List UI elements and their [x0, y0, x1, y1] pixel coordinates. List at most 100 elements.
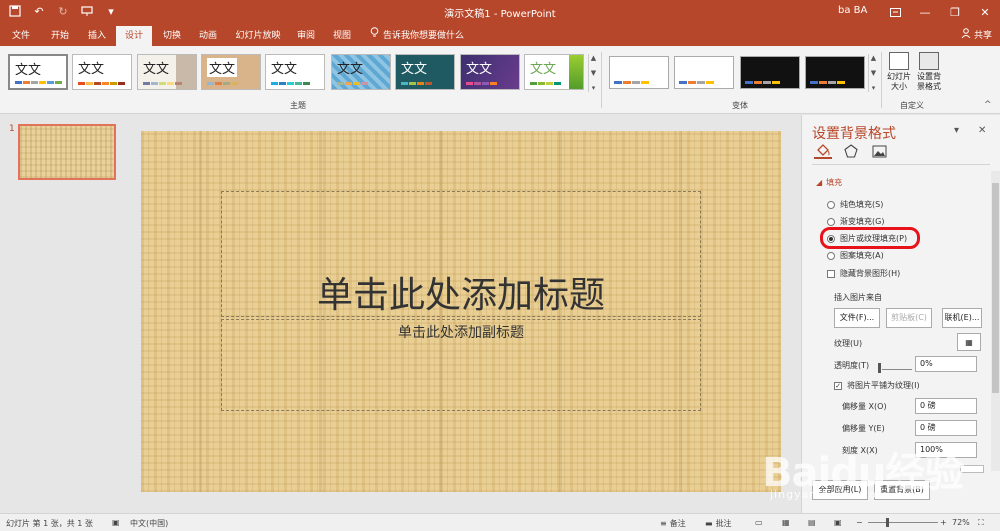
slide-canvas[interactable]: 单击此处添加标题 单击此处添加副标题: [141, 131, 781, 492]
tab-slideshow[interactable]: 幻灯片放映: [230, 26, 286, 46]
collapse-ribbon-icon[interactable]: ^: [984, 100, 992, 110]
slide-title[interactable]: 单击此处添加标题: [141, 266, 781, 318]
slideshow-view-icon[interactable]: ▣: [834, 518, 842, 527]
tab-view[interactable]: 视图: [326, 26, 358, 46]
variant-1[interactable]: [609, 56, 669, 89]
offset-x-input[interactable]: 0 磅: [915, 398, 977, 414]
language-indicator[interactable]: 中文(中国): [130, 518, 168, 529]
zoom-slider-thumb[interactable]: [886, 518, 889, 527]
comments-button[interactable]: ▬ 批注: [705, 518, 732, 529]
close-pane-icon[interactable]: ✕: [978, 125, 986, 136]
minimize-icon[interactable]: —: [910, 0, 940, 24]
tab-file[interactable]: 文件: [4, 26, 38, 46]
tab-home[interactable]: 开始: [43, 26, 77, 46]
more-icon[interactable]: ▾: [592, 84, 596, 92]
fit-slide-icon[interactable]: ⛶: [978, 518, 984, 528]
notes-button[interactable]: ≡ 备注: [660, 518, 686, 529]
status-bar: 幻灯片 第 1 张，共 1 张 ▣ 中文(中国) ≡ 备注 ▬ 批注 ▭ ▦ ▤…: [0, 513, 1000, 531]
texture-icon: ▦: [965, 338, 973, 347]
theme-8[interactable]: 文文: [460, 54, 520, 90]
lightbulb-icon: [370, 26, 379, 46]
theme-9[interactable]: 文文: [524, 54, 584, 90]
group-label-variants: 变体: [732, 101, 748, 110]
theme-office[interactable]: 文文: [8, 54, 68, 90]
theme-3[interactable]: 文文: [137, 54, 197, 90]
chevron-down-icon[interactable]: ▼: [591, 69, 596, 77]
format-background-button[interactable]: 设置背景格式: [914, 52, 944, 92]
zoom-out-icon[interactable]: −: [856, 518, 863, 527]
tab-transitions[interactable]: 切换: [154, 26, 190, 46]
spellcheck-icon[interactable]: ▣: [112, 518, 120, 527]
chevron-up-icon[interactable]: ▲: [871, 54, 876, 62]
group-separator: [881, 52, 882, 108]
fill-bucket-icon[interactable]: [814, 143, 832, 159]
offset-y-input[interactable]: 0 磅: [915, 420, 977, 436]
slide-subtitle[interactable]: 单击此处添加副标题: [141, 322, 781, 342]
theme-2[interactable]: 文文: [72, 54, 132, 90]
hide-graphics-option[interactable]: 隐藏背景图形(H): [827, 268, 900, 279]
radio-solid-fill[interactable]: [827, 200, 835, 209]
pattern-fill-option[interactable]: 图案填充(A): [827, 250, 884, 261]
online-button[interactable]: 联机(E)...: [942, 308, 982, 328]
checkbox-hide-graphics[interactable]: [827, 269, 835, 278]
chevron-up-icon[interactable]: ▲: [591, 54, 596, 62]
themes-gallery-scroll[interactable]: ▲ ▼ ▾: [588, 54, 598, 92]
gradient-fill-option[interactable]: 渐变填充(G): [827, 216, 884, 227]
variant-2[interactable]: [674, 56, 734, 89]
variant-4[interactable]: [805, 56, 865, 89]
zoom-in-icon[interactable]: +: [940, 518, 947, 527]
close-icon[interactable]: ✕: [970, 0, 1000, 24]
transparency-input[interactable]: 0%: [915, 356, 977, 372]
tile-texture-option[interactable]: ✓ 将图片平铺为纹理(I): [834, 380, 920, 391]
share-label: 共享: [973, 31, 992, 41]
tab-review[interactable]: 审阅: [290, 26, 322, 46]
theme-5[interactable]: 文文: [265, 54, 325, 90]
slide-size-icon: [889, 52, 909, 70]
tab-design[interactable]: 设计: [116, 26, 152, 46]
radio-gradient-fill[interactable]: [827, 217, 835, 226]
insert-from-label: 插入图片来自: [834, 293, 882, 302]
variants-gallery-scroll[interactable]: ▲ ▼ ▾: [868, 54, 878, 92]
more-icon[interactable]: ▾: [872, 84, 876, 92]
slide-sorter-icon[interactable]: ▦: [782, 518, 790, 527]
reading-view-icon[interactable]: ▤: [808, 518, 816, 527]
transparency-slider-thumb[interactable]: [878, 363, 881, 373]
ribbon-display-icon[interactable]: [880, 0, 910, 24]
theme-6[interactable]: 文文: [331, 54, 391, 90]
checkbox-tile-texture[interactable]: ✓: [834, 381, 842, 390]
slide-size-button[interactable]: 幻灯片大小: [884, 52, 914, 92]
chevron-down-icon[interactable]: ▼: [871, 69, 876, 77]
zoom-level[interactable]: 72%: [952, 518, 970, 527]
slide-thumbnail[interactable]: [18, 124, 116, 180]
pane-scrollbar[interactable]: [991, 171, 1000, 471]
normal-view-icon[interactable]: ▭: [755, 518, 763, 527]
share-button[interactable]: 共享: [961, 26, 992, 46]
solid-fill-option[interactable]: 纯色填充(S): [827, 199, 883, 210]
pane-options-icon[interactable]: ▾: [954, 125, 959, 136]
transparency-slider-track: [882, 369, 912, 370]
fill-section-header[interactable]: ◢ 填充: [816, 177, 842, 188]
tab-insert[interactable]: 插入: [80, 26, 114, 46]
file-button[interactable]: 文件(F)...: [834, 308, 880, 328]
highlight-annotation: [820, 227, 920, 249]
group-label-themes: 主题: [290, 101, 306, 110]
texture-picker-button[interactable]: ▦: [957, 333, 981, 351]
tell-me-search[interactable]: 告诉我你想要做什么: [370, 26, 464, 46]
restore-icon[interactable]: ❐: [940, 0, 970, 24]
tab-animations[interactable]: 动画: [190, 26, 226, 46]
collapse-triangle-icon: ◢: [816, 178, 823, 187]
theme-7[interactable]: 文文: [395, 54, 455, 90]
slide-counter: 幻灯片 第 1 张，共 1 张: [6, 519, 93, 528]
radio-pattern-fill[interactable]: [827, 251, 835, 260]
zoom-slider-track: [868, 522, 938, 523]
pane-horizontal-scroll[interactable]: [960, 465, 984, 473]
variant-3[interactable]: [740, 56, 800, 89]
theme-4[interactable]: 文文: [201, 54, 261, 90]
effects-pentagon-icon[interactable]: [842, 143, 860, 159]
pane-divider: [812, 164, 990, 165]
tell-me-label: 告诉我你想要做什么: [383, 31, 465, 41]
picture-icon[interactable]: [870, 143, 888, 159]
user-name[interactable]: ba BA: [838, 5, 867, 16]
group-label-customize: 自定义: [900, 101, 924, 110]
texture-label: 纹理(U): [834, 339, 863, 348]
